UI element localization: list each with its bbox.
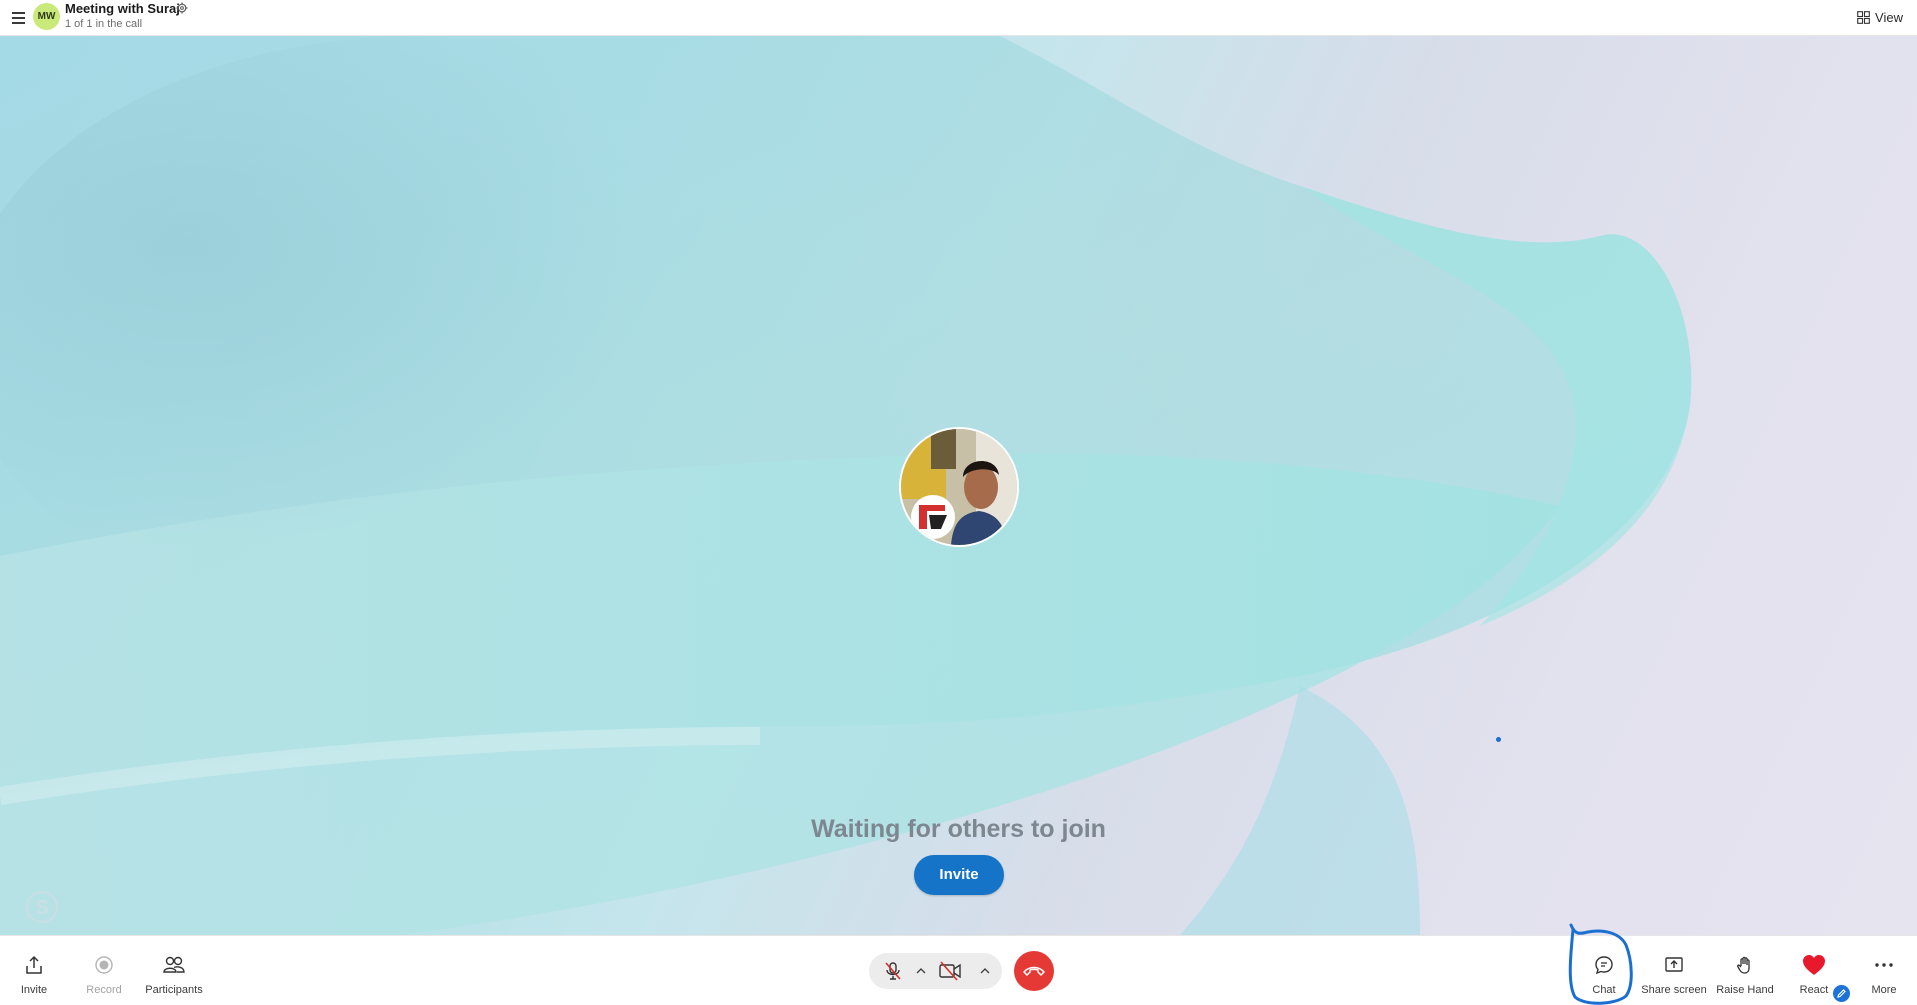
top-bar: MW Meeting with Suraj 1 of 1 in the call… <box>0 0 1917 36</box>
chat-icon <box>1595 956 1613 975</box>
audio-video-controls <box>869 953 1002 989</box>
chevron-up-icon <box>916 968 926 974</box>
participants-icon <box>163 956 185 973</box>
chat-button[interactable]: Chat <box>1588 936 1620 1005</box>
meeting-title[interactable]: Meeting with Suraj <box>65 1 180 16</box>
meeting-avatar[interactable]: MW <box>33 3 60 30</box>
video-options-chevron[interactable] <box>977 962 993 980</box>
chevron-up-icon <box>980 968 990 974</box>
mute-button[interactable] <box>879 957 907 985</box>
record-button[interactable]: Record <box>82 936 126 1005</box>
annotation-dot <box>1496 737 1501 742</box>
raise-hand-button[interactable]: Raise Hand <box>1716 936 1774 1005</box>
record-icon <box>95 956 113 974</box>
waiting-message: Waiting for others to join <box>811 815 1106 843</box>
raise-hand-label: Raise Hand <box>1716 984 1774 996</box>
audio-options-chevron[interactable] <box>913 962 929 980</box>
more-button[interactable]: More <box>1868 936 1900 1005</box>
record-label: Record <box>86 984 122 996</box>
participants-button[interactable]: Participants <box>142 936 206 1005</box>
invite-tool-label: Invite <box>20 984 48 996</box>
view-button[interactable]: View <box>1857 7 1903 27</box>
share-screen-icon <box>1665 957 1683 972</box>
pencil-icon <box>1837 989 1846 998</box>
camera-button[interactable] <box>936 957 964 985</box>
camera-off-icon <box>939 961 961 981</box>
more-icon <box>1875 963 1893 967</box>
caller-avatar <box>899 427 1019 547</box>
gear-icon[interactable] <box>176 2 188 14</box>
call-stage: Waiting for others to join Invite S <box>0 36 1917 935</box>
invite-button[interactable]: Invite <box>914 855 1004 895</box>
mic-off-icon <box>885 962 901 980</box>
phone-hangup-icon <box>1023 966 1045 976</box>
skype-logo-icon: S <box>26 891 58 923</box>
share-screen-label: Share screen <box>1641 984 1707 996</box>
view-label: View <box>1875 9 1903 25</box>
invite-tool-button[interactable]: Invite <box>14 936 54 1005</box>
participant-count: 1 of 1 in the call <box>65 18 143 30</box>
share-icon <box>26 955 42 974</box>
chat-label: Chat <box>1592 984 1616 996</box>
heart-icon <box>1803 955 1825 975</box>
grid-view-icon <box>1857 10 1870 24</box>
react-button[interactable]: React <box>1796 936 1852 1005</box>
call-window: MW Meeting with Suraj 1 of 1 in the call… <box>0 0 1917 1005</box>
hand-icon <box>1737 956 1750 974</box>
more-label: More <box>1871 984 1897 996</box>
call-controls-bar: Invite Record Participants Chat Share sc… <box>0 935 1917 1005</box>
participants-label: Participants <box>145 984 203 996</box>
end-call-button[interactable] <box>1014 951 1054 991</box>
react-edit-badge[interactable] <box>1831 983 1852 1004</box>
svg-text:S: S <box>35 897 48 919</box>
react-label: React <box>1799 984 1829 996</box>
menu-icon[interactable] <box>8 6 30 28</box>
share-screen-button[interactable]: Share screen <box>1641 936 1707 1005</box>
